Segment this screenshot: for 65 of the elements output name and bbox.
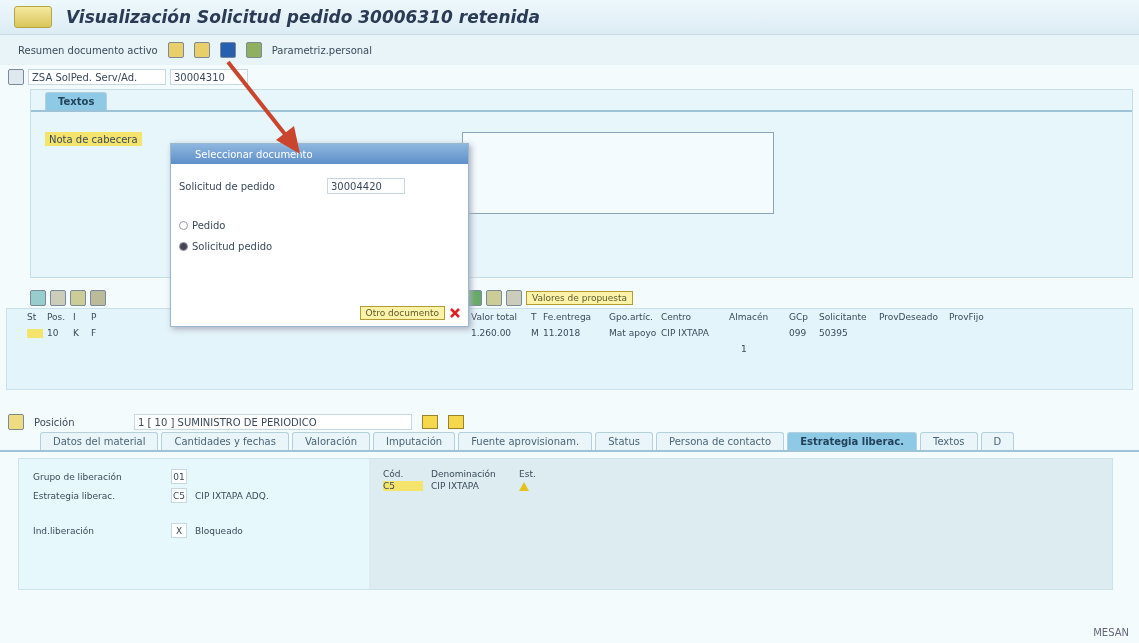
item-tab[interactable]: Cantidades y fechas: [161, 432, 289, 450]
item-tab[interactable]: Imputación: [373, 432, 456, 450]
table-cell-text: CIP IXTAPA: [431, 481, 480, 491]
table-cell-text: CIP IXTAPA: [661, 328, 710, 338]
position-label: Posición: [34, 416, 76, 428]
column-header: Solicitante: [819, 312, 868, 322]
table-cell-text: K: [73, 328, 80, 338]
column-header: ProvDeseado: [879, 312, 940, 322]
position-dropdown[interactable]: 1 [ 10 ] SUMINISTRO DE PERIODICO: [134, 414, 412, 430]
column-header: Est.: [519, 469, 537, 479]
column-header: Almacén: [729, 312, 770, 322]
system-name: MESAN: [1093, 626, 1129, 638]
document-number-field[interactable]: 30004310: [170, 69, 248, 85]
table-cell-text: M: [531, 328, 540, 338]
field-label: Grupo de liberación: [33, 471, 123, 482]
code-cell: C5: [383, 481, 423, 491]
field-value: C5: [171, 488, 187, 503]
table-cell-text: 10: [47, 328, 60, 338]
column-header: GCp: [789, 312, 809, 322]
field-label: Estrategia liberac.: [33, 490, 117, 501]
other-document-button[interactable]: Otro documento: [359, 306, 445, 320]
column-header: P: [91, 312, 98, 322]
field-description: CIP IXTAPA ADQ.: [195, 490, 269, 501]
row-count: 1: [741, 344, 748, 354]
document-type-dropdown[interactable]: ZSA SolPed. Serv/Ad.: [28, 69, 166, 85]
item-tab[interactable]: Textos: [919, 432, 978, 450]
field-value: X: [171, 523, 187, 538]
table-cell-text: 1.260.00: [471, 328, 513, 338]
header-tab[interactable]: Textos: [45, 92, 108, 110]
column-header: Valor total: [471, 312, 519, 322]
table-cell-text: Mat apoyo: [609, 328, 658, 338]
radio-label: Solicitud pedido: [192, 241, 273, 252]
column-header: I: [73, 312, 77, 322]
field-description: Bloqueado: [195, 525, 243, 536]
radio-label: Pedido: [192, 220, 226, 231]
tree-item[interactable]: Nota de cabecera: [45, 132, 142, 146]
column-header: St: [27, 312, 38, 322]
column-header: Cód.: [383, 469, 405, 479]
item-tab[interactable]: Persona de contacto: [656, 432, 785, 450]
item-tab[interactable]: Estrategia liberac.: [787, 432, 917, 450]
dialog-title: Seleccionar documento: [171, 144, 468, 164]
column-header: Centro: [661, 312, 693, 322]
column-header: Denominación: [431, 469, 497, 479]
table-cell-text: 50395: [819, 328, 849, 338]
item-tab[interactable]: Fuente aprovisionam.: [458, 432, 593, 450]
column-header: Gpo.artíc.: [609, 312, 654, 322]
column-header: Fe.entrega: [543, 312, 593, 322]
document-number-field[interactable]: 30004420: [327, 178, 405, 194]
field-value: 01: [171, 469, 187, 484]
table-cell-text: F: [91, 328, 98, 338]
toolbar-button[interactable]: Resumen documento activo: [18, 44, 158, 56]
proposal-values-button[interactable]: Valores de propuesta: [526, 291, 634, 305]
field-label: Ind.liberación: [33, 525, 96, 536]
item-tab[interactable]: D: [980, 432, 1015, 450]
toolbar-button[interactable]: Parametriz.personal: [271, 44, 372, 56]
column-header: ProvFijo: [949, 312, 985, 322]
column-header: T: [531, 312, 538, 322]
window-title: Visualización Solicitud pedido 30006310 retenida: [66, 7, 540, 27]
item-tab[interactable]: Valoración: [291, 432, 370, 450]
item-tab[interactable]: Status: [595, 432, 653, 450]
table-cell-text: 099: [789, 328, 808, 338]
table-cell-text: 11.2018: [543, 328, 582, 338]
field-label: Solicitud de pedido: [179, 180, 276, 192]
column-header: Pos.: [47, 312, 67, 322]
item-tab[interactable]: Datos del material: [40, 432, 159, 450]
